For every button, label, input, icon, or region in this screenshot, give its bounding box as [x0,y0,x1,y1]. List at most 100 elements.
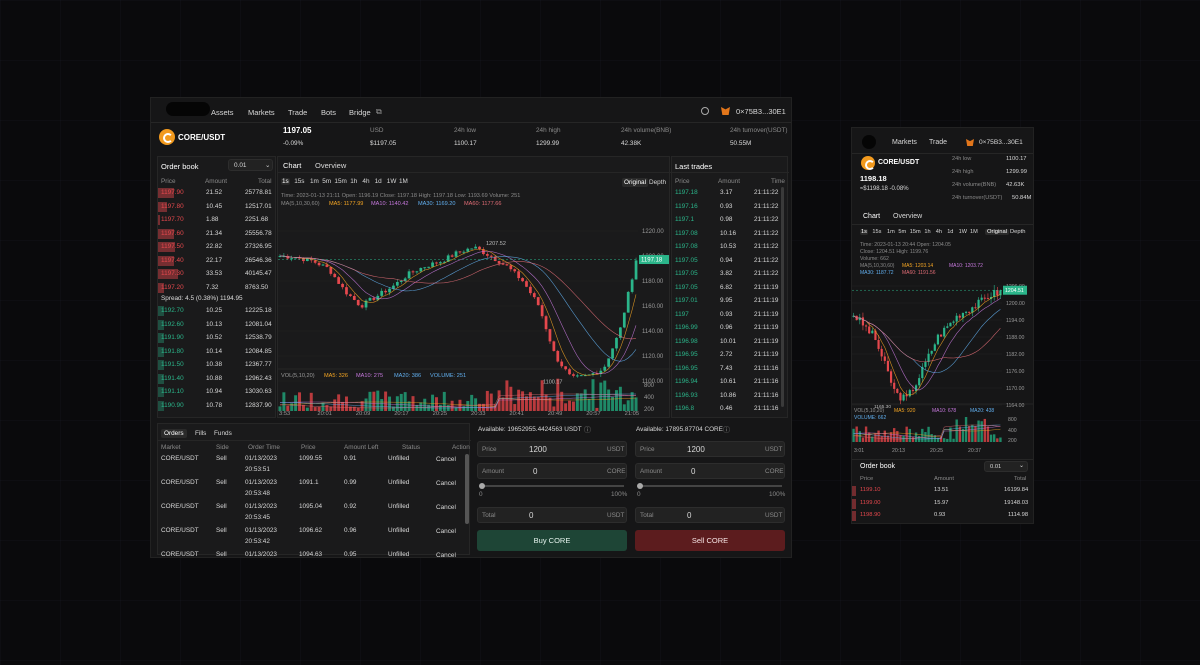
buy-button[interactable]: Buy CORE [477,530,627,551]
nav-bridge[interactable]: Bridge [349,108,371,117]
interval-4h[interactable]: 4h [935,229,943,235]
interval-1W[interactable]: 1W [386,178,398,185]
candle [399,280,403,282]
interval-5m[interactable]: 5m [897,229,907,235]
tab-chart[interactable]: Chart [283,161,301,170]
nav-markets[interactable]: Markets [248,108,275,117]
interval-1h[interactable]: 1h [349,178,358,185]
candle [974,307,977,309]
mobile-nav-markets[interactable]: Markets [892,139,917,146]
orders-scrollbar[interactable] [465,454,469,524]
candle [341,283,344,288]
cancel-button[interactable]: Cancel [436,504,456,511]
interval-1h[interactable]: 1h [923,229,931,235]
volume-bar [544,394,548,411]
orderbook-row[interactable]: 1197.90 21.52 25778.81 [158,187,276,199]
interval-1d[interactable]: 1d [946,229,954,235]
candle [529,286,532,294]
cancel-button[interactable]: Cancel [436,456,456,463]
sell-available: Available: 17895.87704 CORE [636,426,723,433]
orderbook-row[interactable]: 1192.70 10.25 12225.18 [158,305,276,317]
orderbook-row[interactable]: 1191.50 10.38 12367.77 [158,359,276,371]
sell-amount-field[interactable]: Amount 0 CORE [635,463,785,479]
candle [356,299,360,306]
cancel-button[interactable]: Cancel [436,552,456,557]
candle [575,375,579,377]
cancel-button[interactable]: Cancel [436,480,456,487]
interval-15m[interactable]: 15m [333,178,347,185]
tab-fills[interactable]: Fills [195,430,206,437]
candlestick-chart[interactable]: 1220.001200.001180.001160.001140.001120.… [278,209,671,417]
cancel-button[interactable]: Cancel [436,528,456,535]
mobile-view-original[interactable]: Original [985,229,1009,235]
wallet-address[interactable]: 0×75B3...30E1 [736,107,786,116]
interval-15s[interactable]: 15s [293,178,305,185]
ob-total: 8763.50 [245,283,269,291]
interval-1M[interactable]: 1M [398,178,409,185]
view-original[interactable]: Original [622,178,649,187]
interval-15s[interactable]: 15s [871,229,882,235]
interval-5m[interactable]: 5m [321,178,332,185]
orderbook-row[interactable]: 1199.00 15.97 19148.03 [852,498,1033,509]
nav-assets[interactable]: Assets [211,108,234,117]
interval-1W[interactable]: 1W [958,229,968,235]
interval-4h[interactable]: 4h [361,178,370,185]
interval-1M[interactable]: 1M [969,229,979,235]
trades-list: 1197.18 3.17 21:11:22 1197.16 0.93 21:11:22 11… [672,187,782,417]
pair-title[interactable]: CORE/USDT [178,133,225,142]
sell-button[interactable]: Sell CORE [635,530,785,551]
buy-total-field[interactable]: Total 0 USDT [477,507,627,523]
interval-1d[interactable]: 1d [374,178,383,185]
nav-trade[interactable]: Trade [288,108,307,117]
mobile-tab-overview[interactable]: Overview [893,213,922,220]
orderbook-row[interactable]: 1199.10 13.51 16199.84 [852,485,1033,496]
nav-bots[interactable]: Bots [321,108,336,117]
buy-slider-knob[interactable] [479,483,485,489]
mobile-candlestick-chart[interactable]: 1206.001200.001194.001188.001182.001176.… [852,276,1034,456]
orderbook-row[interactable]: 1197.70 1.88 2251.68 [158,214,276,226]
trades-scrollbar[interactable] [781,187,784,407]
volume-bar [434,397,438,411]
mobile-tab-chart[interactable]: Chart [863,213,880,220]
mobile-nav-trade[interactable]: Trade [929,139,947,146]
tab-funds[interactable]: Funds [214,430,232,437]
sell-slider-knob[interactable] [637,483,643,489]
interval-1s[interactable]: 1s [281,178,290,185]
orderbook-row[interactable]: 1191.40 10.88 12962.43 [158,373,276,385]
mobile-pair-title[interactable]: CORE/USDT [878,159,919,166]
tab-overview[interactable]: Overview [315,161,346,170]
interval-1m[interactable]: 1m [309,178,320,185]
precision-select[interactable]: 0.01 ⌄ [228,159,273,171]
orderbook-row[interactable]: 1197.80 10.45 12517.01 [158,201,276,213]
mobile-precision-select[interactable]: 0.01 ⌄ [984,461,1028,472]
help-icon[interactable] [701,107,709,115]
orderbook-row[interactable]: 1197.20 7.32 8763.50 [158,282,276,294]
interval-1m[interactable]: 1m [886,229,896,235]
orderbook-row[interactable]: 1192.60 10.13 12081.04 [158,319,276,331]
buy-amount-slider[interactable] [479,483,624,489]
orderbook-row[interactable]: 1191.10 10.94 13030.63 [158,386,276,398]
orderbook-row[interactable]: 1197.60 21.34 25556.78 [158,228,276,240]
orderbook-row[interactable]: 1197.40 22.17 26546.36 [158,255,276,267]
mobile-wallet-address[interactable]: 0×75B3...30E1 [979,139,1023,146]
orderbook-row[interactable]: 1197.50 22.82 27326.95 [158,241,276,253]
trade-row: 1197.1 0.98 21:11:22 [672,214,782,226]
order-amount-left: 0.99 [344,479,357,486]
orderbook-row[interactable]: 1191.80 10.14 12084.85 [158,346,276,358]
sell-amount-slider[interactable] [637,483,782,489]
orderbook-row[interactable]: 1198.90 0.93 1114.98 [852,510,1033,521]
tab-orders[interactable]: Orders [161,429,187,438]
interval-1s[interactable]: 1s [860,229,868,235]
order-status: Unfilled [388,479,410,486]
view-depth[interactable]: Depth [649,179,666,186]
interval-15m[interactable]: 15m [909,229,922,235]
buy-amount-field[interactable]: Amount 0 CORE [477,463,627,479]
buy-price-field[interactable]: Price 1200 USDT [477,441,627,457]
sell-price-field[interactable]: Price 1200 USDT [635,441,785,457]
sell-total-field[interactable]: Total 0 USDT [635,507,785,523]
orderbook-row[interactable]: 1190.90 10.78 12837.90 [158,400,276,412]
orderbook-row[interactable]: 1197.30 33.53 40145.47 [158,268,276,280]
mobile-view-depth[interactable]: Depth [1010,229,1025,235]
trade-price: 1197.08 [675,243,698,250]
orderbook-row[interactable]: 1191.90 10.52 12538.79 [158,332,276,344]
